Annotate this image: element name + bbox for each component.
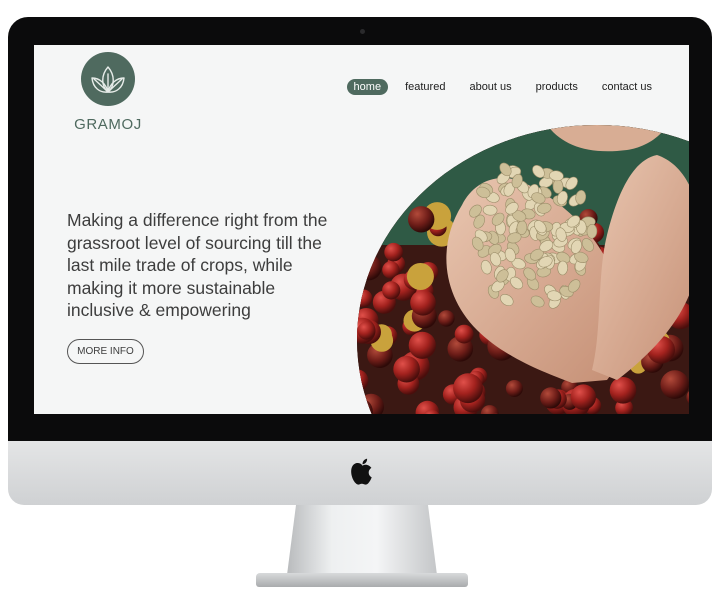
coffee-cherry	[382, 281, 401, 300]
camera-icon	[360, 29, 365, 34]
coffee-cherry	[357, 321, 376, 340]
coffee-cherry	[453, 373, 483, 404]
more-info-button[interactable]: MORE INFO	[67, 339, 144, 364]
nav-products[interactable]: products	[529, 79, 585, 95]
coffee-cherry	[570, 384, 596, 410]
coffee-cherry	[357, 254, 382, 281]
lotus-leaf-icon	[91, 66, 125, 93]
coffee-cherry	[660, 370, 689, 399]
brand-name: GRAMOJ	[74, 116, 142, 133]
coffee-cherry	[408, 206, 435, 233]
coffee-cherry	[393, 355, 420, 383]
brand-logo[interactable]	[81, 52, 135, 106]
nav-contact-us[interactable]: contact us	[595, 79, 659, 95]
website-screen: GRAMOJ home featured about us products c…	[34, 45, 689, 414]
coffee-cherry	[454, 324, 474, 344]
hero-headline: Making a difference right from the grass…	[67, 210, 328, 321]
coffee-cherry	[505, 380, 523, 397]
coffee-beans-illustration	[357, 125, 689, 414]
monitor-stand-base	[256, 573, 468, 587]
coffee-cherry	[540, 387, 562, 409]
nav-about-us[interactable]: about us	[462, 79, 518, 95]
imac-device: GRAMOJ home featured about us products c…	[0, 0, 717, 594]
green-coffee-bean	[586, 224, 598, 239]
coffee-cherry	[609, 377, 637, 404]
coffee-cherry	[408, 331, 436, 359]
nav-featured[interactable]: featured	[398, 79, 452, 95]
monitor-stand	[287, 505, 437, 575]
hero-image	[357, 125, 689, 414]
coffee-cherry	[438, 310, 455, 327]
nav-home[interactable]: home	[346, 79, 389, 95]
coffee-cherry	[406, 263, 434, 290]
apple-logo-icon	[351, 458, 372, 485]
coffee-cherry	[410, 290, 436, 316]
main-navigation: home featured about us products contact …	[346, 79, 659, 95]
coffee-cherry	[384, 242, 403, 262]
